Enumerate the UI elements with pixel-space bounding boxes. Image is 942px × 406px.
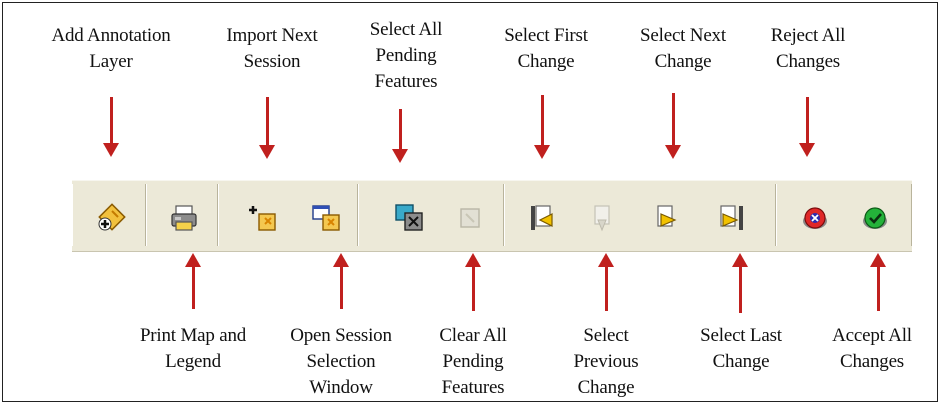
- label-open-session-selection: Open Session Selection Window: [290, 325, 392, 398]
- label-select-previous-change: Select Previous Change: [573, 325, 639, 398]
- clear-all-pending-button[interactable]: [451, 199, 489, 237]
- add-annotation-layer-icon: [98, 203, 126, 231]
- arrow-to-open-session-window: [333, 253, 349, 309]
- add-annotation-layer-button[interactable]: [92, 199, 130, 237]
- select-all-pending-icon: [395, 204, 423, 231]
- import-next-session-button[interactable]: [244, 199, 282, 237]
- reject-all-changes-button[interactable]: [796, 199, 834, 237]
- select-first-change-button[interactable]: [523, 199, 561, 237]
- select-all-pending-button[interactable]: [390, 199, 428, 237]
- arrow-to-import-next-session: [259, 97, 275, 159]
- import-next-session-icon: [249, 206, 276, 231]
- select-first-change-icon: [531, 205, 553, 230]
- arrow-to-select-first-change: [534, 95, 550, 159]
- toolbar: [72, 180, 912, 252]
- reject-all-changes-icon: [803, 207, 827, 229]
- label-select-last-change: Select Last Change: [700, 325, 782, 372]
- print-map-legend-button[interactable]: [165, 199, 203, 237]
- label-print-map-legend: Print Map and Legend: [139, 325, 247, 372]
- label-accept-all-changes: Accept All Changes: [832, 325, 912, 372]
- arrow-to-select-next-change: [665, 93, 681, 159]
- printer-icon: [171, 205, 197, 231]
- select-last-change-icon: [720, 205, 743, 230]
- label-select-next-change: Select Next Change: [640, 25, 726, 72]
- arrow-to-select-previous-change: [598, 253, 614, 311]
- open-session-selection-button[interactable]: [307, 199, 345, 237]
- label-clear-all-pending: Clear All Pending Features: [439, 325, 507, 398]
- accept-all-changes-icon: [863, 207, 887, 229]
- arrow-to-accept-all-changes: [870, 253, 886, 311]
- arrow-to-add-annotation: [103, 97, 119, 157]
- select-previous-change-button[interactable]: [583, 199, 621, 237]
- arrow-to-reject-all-changes: [799, 97, 815, 157]
- figure-frame: Add Annotation Layer Import Next Session…: [2, 2, 938, 402]
- open-session-window-icon: [312, 205, 340, 231]
- select-last-change-button[interactable]: [712, 199, 750, 237]
- label-reject-all-changes: Reject All Changes: [770, 25, 846, 72]
- select-next-change-button[interactable]: [648, 199, 686, 237]
- arrow-to-select-last-change: [732, 253, 748, 313]
- select-previous-change-icon: [594, 205, 610, 232]
- label-add-annotation-layer: Add Annotation Layer: [51, 25, 171, 72]
- arrow-to-select-all-pending: [392, 109, 408, 163]
- accept-all-changes-button[interactable]: [856, 199, 894, 237]
- arrow-to-print-map: [185, 253, 201, 309]
- select-next-change-icon: [657, 205, 677, 227]
- arrow-to-clear-all-pending: [465, 253, 481, 311]
- label-select-first-change: Select First Change: [504, 25, 588, 72]
- clear-all-pending-icon: [460, 208, 480, 228]
- label-select-all-pending: Select All Pending Features: [369, 19, 443, 92]
- label-import-next-session: Import Next Session: [226, 25, 318, 72]
